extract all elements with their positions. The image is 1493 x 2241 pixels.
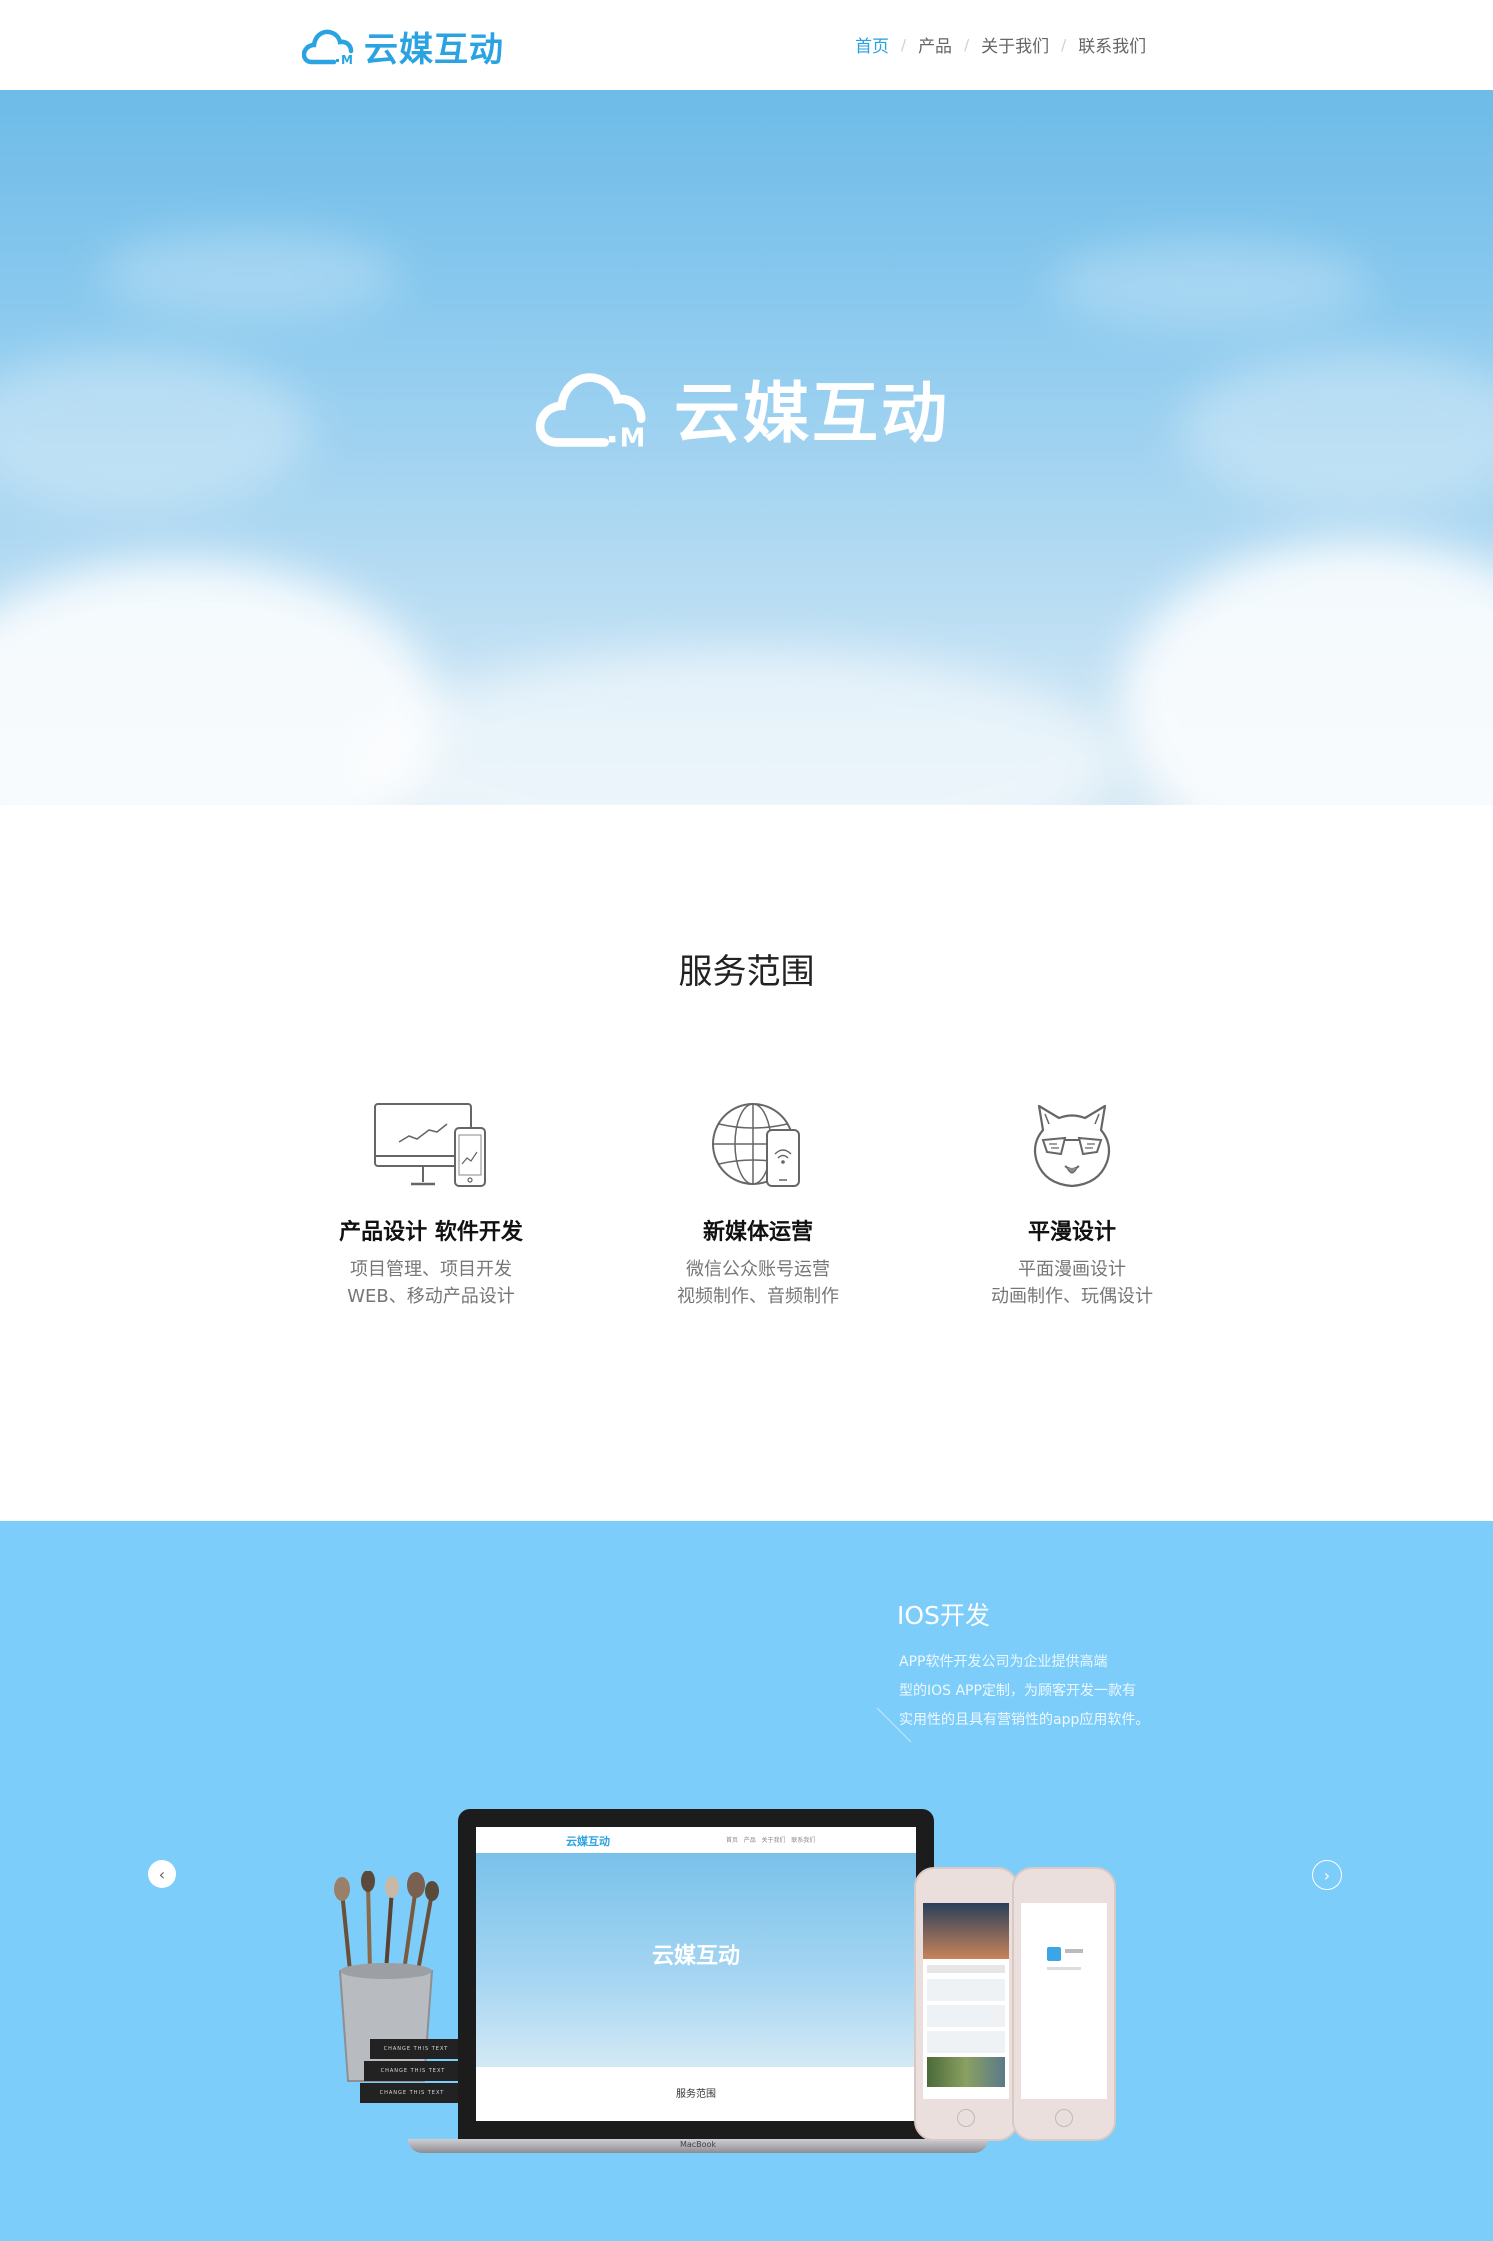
hero-banner: M 云媒互动 (0, 90, 1493, 805)
hero-cloud (1120, 540, 1493, 805)
laptop-nav-item: 联系我们 (791, 1837, 816, 1844)
laptop-screen-nav: 首页 产品 关于我们 联系我们 (726, 1835, 815, 1844)
hero-logo: M 云媒互动 (528, 360, 950, 456)
service-icon-wrap (922, 1100, 1222, 1190)
cloud-logo-icon: M (535, 373, 646, 451)
nav-about[interactable]: 关于我们 (981, 32, 1049, 57)
hero-cloud (1050, 240, 1370, 330)
service-new-media: 新媒体运营 微信公众账号运营 视频制作、音频制作 (608, 1100, 908, 1310)
showcase-desc: APP软件开发公司为企业提供高端 型的IOS APP定制，为顾客开发一款有 实用… (899, 1648, 1189, 1735)
svg-text:M: M (620, 424, 646, 451)
service-icon-wrap (281, 1100, 581, 1190)
service-comic-design: 平漫设计 平面漫画设计 动画制作、玩偶设计 (922, 1100, 1222, 1310)
showcase-desc-line: APP软件开发公司为企业提供高端 (899, 1654, 1108, 1670)
service-product-design: 产品设计 软件开发 项目管理、项目开发 WEB、移动产品设计 (281, 1100, 581, 1310)
laptop-nav-item: 首页 (726, 1837, 739, 1844)
hero-logo-text: 云媒互动 (674, 375, 950, 452)
service-desc-line: 动画制作、玩偶设计 (991, 1286, 1153, 1307)
app-logo-icon (1047, 1947, 1061, 1961)
laptop-screen-subtitle: 服务范围 (676, 2089, 716, 2100)
phone-screen-gallery (927, 2057, 1005, 2087)
chevron-right-icon: › (1323, 1865, 1331, 1885)
services-title: 服务范围 (678, 952, 815, 992)
site-logo[interactable]: M 云媒互动 (302, 22, 504, 70)
phone-home-button (1055, 2109, 1073, 2127)
service-desc-line: 视频制作、音频制作 (677, 1286, 839, 1307)
carousel-prev-button[interactable]: ‹ (148, 1860, 176, 1888)
hero-cloud (0, 350, 310, 510)
laptop-nav-item: 关于我们 (761, 1837, 786, 1844)
globe-phone-icon (712, 1103, 800, 1187)
laptop-brand-label: MacBook (679, 2140, 717, 2149)
phone-screen (923, 1903, 1009, 2099)
phone-screen (1021, 1903, 1107, 2099)
logo-text: 云媒互动 (364, 29, 504, 70)
service-desc-line: 微信公众账号运营 (686, 1259, 830, 1280)
showcase-desc-line: 实用性的且具有营销性的app应用软件。 (899, 1712, 1150, 1728)
svg-text:M: M (341, 53, 353, 66)
service-desc: 项目管理、项目开发 WEB、移动产品设计 (281, 1256, 581, 1310)
chevron-left-icon: ‹ (158, 1864, 166, 1884)
service-title: 新媒体运营 (702, 1220, 813, 1245)
phone-home-button (957, 2109, 975, 2127)
service-icon-wrap (608, 1100, 908, 1190)
service-desc-line: 平面漫画设计 (1018, 1259, 1126, 1280)
showcase-title: IOS开发 (897, 1601, 990, 1630)
carousel-next-button[interactable]: › (1312, 1860, 1342, 1890)
showcase-desc-line: 型的IOS APP定制，为顾客开发一款有 (899, 1683, 1136, 1699)
nav-products[interactable]: 产品 (918, 32, 952, 57)
nav-separator: / (901, 35, 907, 54)
nav-contact[interactable]: 联系我们 (1078, 32, 1146, 57)
nav-separator: / (964, 35, 970, 54)
site-header: M 云媒互动 首页 / 产品 / 关于我们 / 联系我们 (0, 0, 1493, 90)
nav-separator: / (1061, 35, 1067, 54)
service-desc: 平面漫画设计 动画制作、玩偶设计 (922, 1256, 1222, 1310)
book-spine: CHANGE THIS TEXT (370, 2039, 462, 2059)
service-desc-line: 项目管理、项目开发 (350, 1259, 512, 1280)
cartoon-cat-icon (1033, 1104, 1111, 1188)
phone-screen-banner (923, 1903, 1009, 1959)
laptop-mockup: 云媒互动 首页 产品 关于我们 联系我们 云媒互动 服务范围 (458, 1809, 934, 2139)
nav-home[interactable]: 首页 (855, 32, 889, 57)
service-desc: 微信公众账号运营 视频制作、音频制作 (608, 1256, 908, 1310)
app-logo-text-line (1065, 1949, 1083, 1953)
hero-cloud (360, 650, 1120, 805)
laptop-screen-header: 云媒互动 首页 产品 关于我们 联系我们 (476, 1827, 916, 1853)
main-nav: 首页 / 产品 / 关于我们 / 联系我们 (855, 32, 1146, 58)
phone-screen-row (927, 2005, 1005, 2027)
laptop-nav-item: 产品 (743, 1837, 756, 1844)
laptop-screen-logo: 云媒互动 (566, 1835, 610, 1848)
phone-mockup-left (914, 1867, 1018, 2141)
app-tagline-line (1047, 1967, 1081, 1970)
monitor-phone-icon (374, 1103, 486, 1187)
phone-mockup-right (1012, 1867, 1116, 2141)
phone-screen-row (927, 1979, 1005, 2001)
service-title: 平漫设计 (1027, 1220, 1116, 1245)
laptop-screen: 云媒互动 首页 产品 关于我们 联系我们 云媒互动 服务范围 (476, 1827, 916, 2121)
phone-screen-row (927, 1965, 1005, 1973)
phone-screen-row (927, 2031, 1005, 2053)
laptop-base: MacBook (408, 2139, 988, 2153)
laptop-screen-hero-text: 云媒互动 (651, 1944, 740, 1969)
showcase-section: IOS开发 APP软件开发公司为企业提供高端 型的IOS APP定制，为顾客开发… (0, 1521, 1493, 2241)
service-title: 产品设计 软件开发 (339, 1220, 523, 1245)
decorative-line (876, 1707, 912, 1743)
book-spine: CHANGE THIS TEXT (364, 2061, 462, 2081)
hero-cloud (100, 230, 400, 320)
book-spine: CHANGE THIS TEXT (360, 2083, 464, 2103)
service-desc-line: WEB、移动产品设计 (347, 1286, 515, 1307)
hero-cloud (1180, 350, 1493, 510)
cloud-logo-icon: M (302, 29, 354, 66)
laptop-screen-hero: 云媒互动 (476, 1853, 916, 2067)
